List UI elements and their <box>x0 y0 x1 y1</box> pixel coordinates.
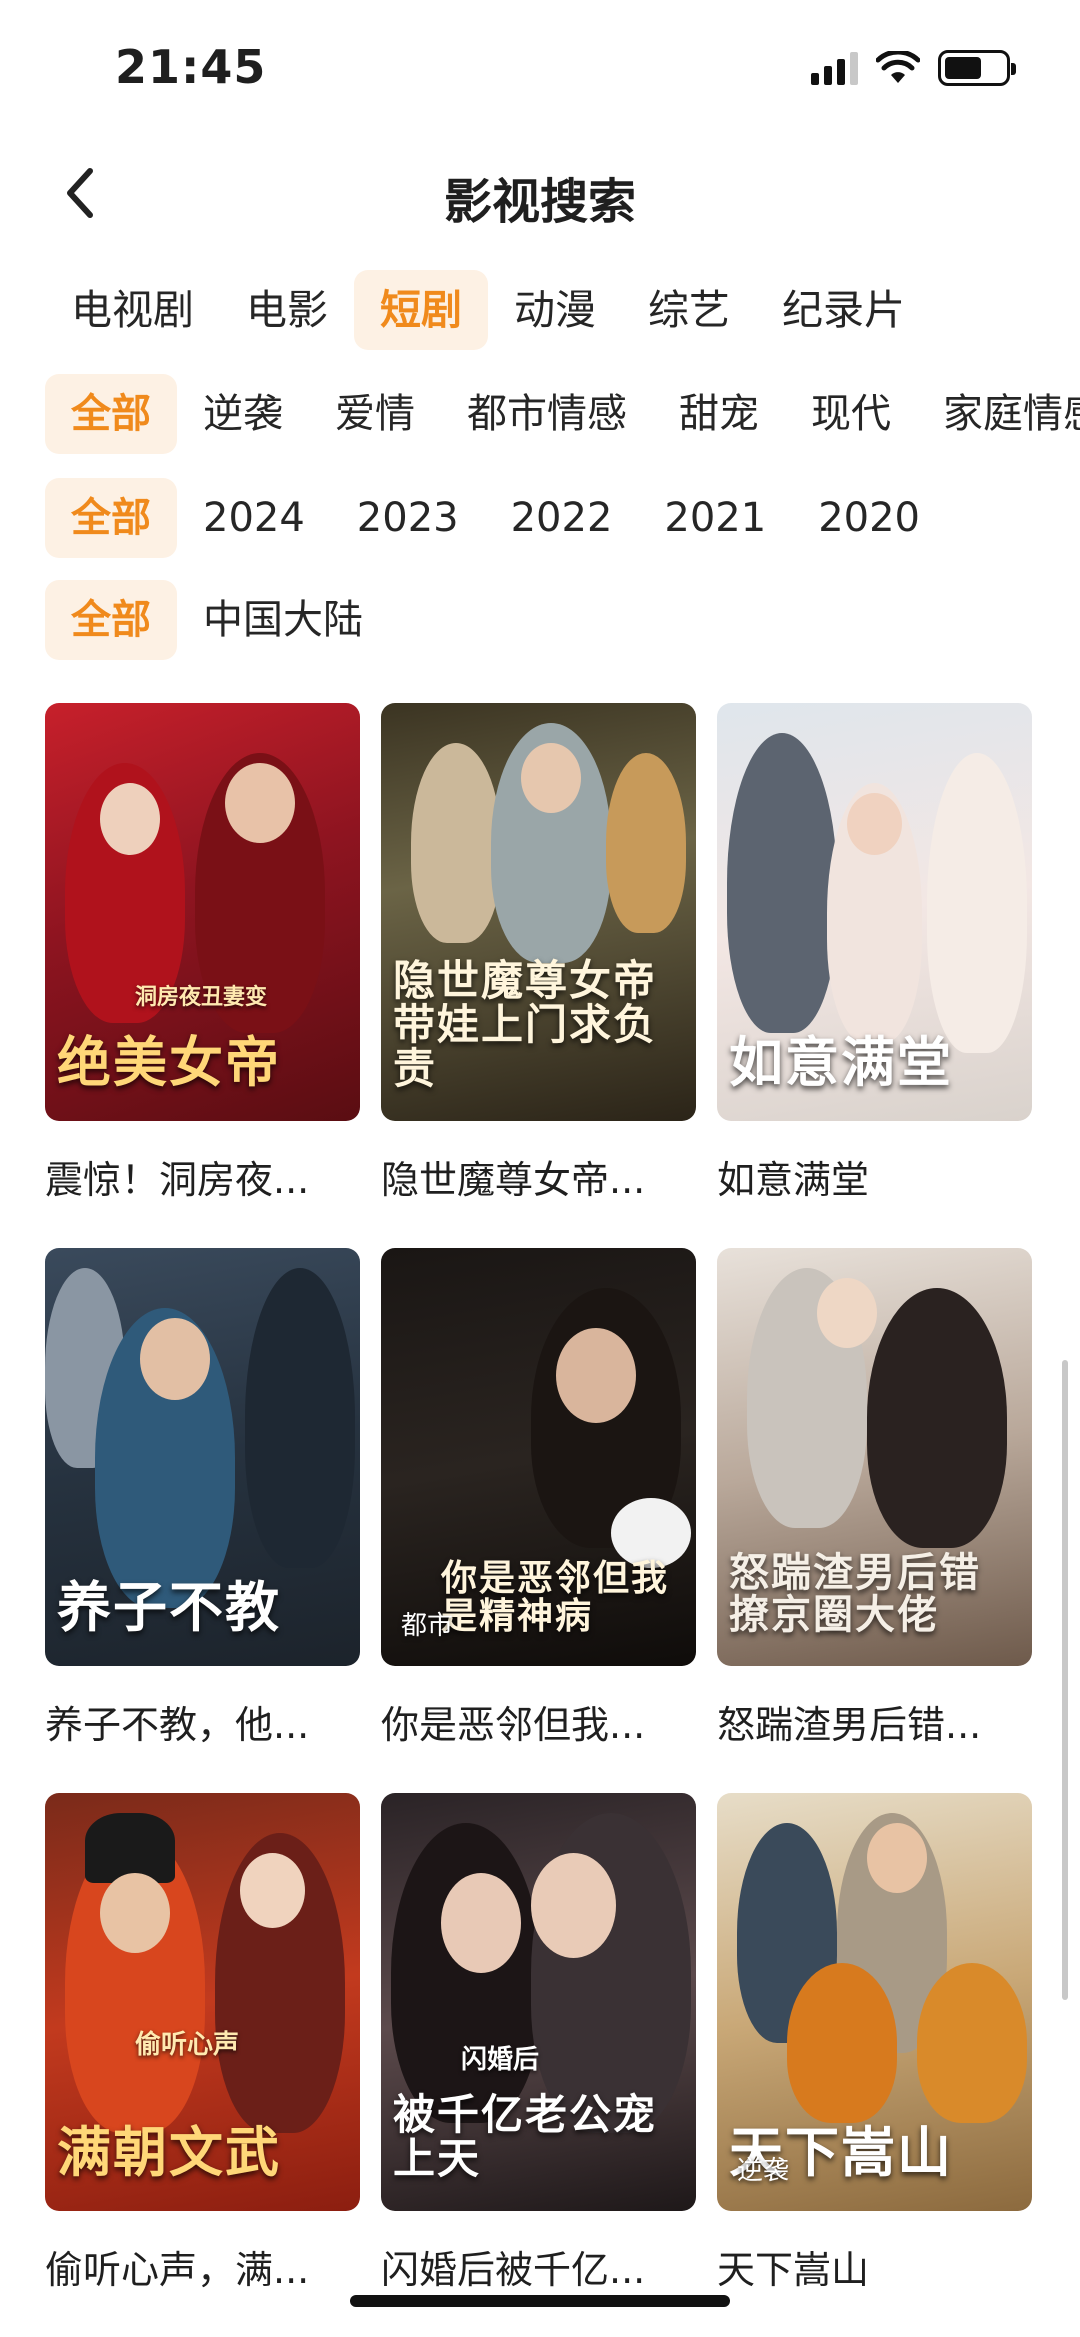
status-icons <box>811 50 1016 86</box>
poster-image[interactable]: 怒踹渣男后错撩京圈大佬 <box>717 1248 1032 1666</box>
poster-title: 你是恶邻但我是精神病 <box>441 1557 670 1638</box>
category-chip-tv[interactable]: 电视剧 <box>45 270 220 350</box>
genre-chip[interactable]: 现代 <box>785 374 917 454</box>
poster-image[interactable]: 隐世魔尊女帝带娃上门求负责 <box>381 703 696 1121</box>
category-chip-movie[interactable]: 电影 <box>220 270 354 350</box>
poster-subtitle: 偷听心声 <box>135 2030 240 2060</box>
card-title[interactable]: 怒踹渣男后错... <box>717 1694 1032 1749</box>
genre-filter-row: 全部 逆袭 爱情 都市情感 甜宠 现代 家庭情感 <box>45 374 1080 454</box>
card-title[interactable]: 如意满堂 <box>717 1149 1032 1204</box>
results-grid: 洞房夜丑妻变 绝美女帝 震惊！洞房夜... 隐世魔尊女帝带娃上门求负责 隐世魔尊… <box>45 703 1035 2337</box>
poster-image[interactable]: 洞房夜丑妻变 绝美女帝 <box>45 703 360 1121</box>
poster-title: 被千亿老公宠上天 <box>393 2089 658 2183</box>
result-card[interactable]: 怒踹渣男后错撩京圈大佬 怒踹渣男后错... <box>717 1248 1032 1793</box>
poster-subtitle: 闪婚后 <box>461 2045 540 2075</box>
genre-chip[interactable]: 都市情感 <box>441 374 653 454</box>
poster-title: 如意满堂 <box>729 1030 953 1095</box>
genre-chip-all[interactable]: 全部 <box>45 374 177 454</box>
poster-tag: 都市 <box>401 1611 454 1641</box>
poster-title: 隐世魔尊女帝带娃上门求负责 <box>393 955 658 1093</box>
card-title[interactable]: 养子不教，他... <box>45 1694 360 1749</box>
region-chip-all[interactable]: 全部 <box>45 580 177 660</box>
year-chip[interactable]: 2020 <box>792 478 946 558</box>
poster-image[interactable]: 你是恶邻但我是精神病 都市 <box>381 1248 696 1666</box>
genre-chip[interactable]: 甜宠 <box>653 374 785 454</box>
poster-image[interactable]: 如意满堂 <box>717 703 1032 1121</box>
card-title[interactable]: 偷听心声，满... <box>45 2239 360 2294</box>
region-chip[interactable]: 中国大陆 <box>177 580 389 660</box>
result-card[interactable]: 闪婚后 被千亿老公宠上天 闪婚后被千亿... <box>381 1793 696 2337</box>
page-title: 影视搜索 <box>443 174 636 230</box>
genre-chip[interactable]: 家庭情感 <box>917 374 1080 454</box>
result-card[interactable]: 你是恶邻但我是精神病 都市 你是恶邻但我... <box>381 1248 696 1793</box>
card-title[interactable]: 震惊！洞房夜... <box>45 1149 360 1204</box>
year-chip-all[interactable]: 全部 <box>45 478 177 558</box>
poster-title: 满朝文武 <box>57 2120 281 2185</box>
result-card[interactable]: 如意满堂 如意满堂 <box>717 703 1032 1248</box>
battery-icon <box>938 50 1016 86</box>
result-card[interactable]: 养子不教 养子不教，他... <box>45 1248 360 1793</box>
status-bar: 21:45 <box>0 0 1080 140</box>
category-chip-short-drama[interactable]: 短剧 <box>354 270 488 350</box>
scrollbar[interactable] <box>1062 1360 1068 2000</box>
poster-image[interactable]: 养子不教 <box>45 1248 360 1666</box>
year-chip[interactable]: 2024 <box>177 478 331 558</box>
genre-chip[interactable]: 逆袭 <box>177 374 309 454</box>
poster-image[interactable]: 天下嵩山 逆袭 <box>717 1793 1032 2211</box>
category-chip-documentary[interactable]: 纪录片 <box>756 270 931 350</box>
poster-image[interactable]: 闪婚后 被千亿老公宠上天 <box>381 1793 696 2211</box>
poster-image[interactable]: 偷听心声 满朝文武 <box>45 1793 360 2211</box>
card-title[interactable]: 天下嵩山 <box>717 2239 1032 2294</box>
poster-tag: 逆袭 <box>737 2156 790 2186</box>
category-chip-anime[interactable]: 动漫 <box>488 270 622 350</box>
cellular-signal-icon <box>811 51 858 85</box>
card-title[interactable]: 你是恶邻但我... <box>381 1694 696 1749</box>
year-chip[interactable]: 2021 <box>638 478 792 558</box>
result-card[interactable]: 偷听心声 满朝文武 偷听心声，满... <box>45 1793 360 2337</box>
nav-bar: 影视搜索 <box>0 140 1080 250</box>
category-filter-row: 电视剧 电影 短剧 动漫 综艺 纪录片 <box>45 270 931 350</box>
card-title[interactable]: 闪婚后被千亿... <box>381 2239 696 2294</box>
home-indicator[interactable] <box>350 2295 730 2307</box>
poster-subtitle: 洞房夜丑妻变 <box>135 985 268 1010</box>
result-card[interactable]: 隐世魔尊女帝带娃上门求负责 隐世魔尊女帝... <box>381 703 696 1248</box>
card-title[interactable]: 隐世魔尊女帝... <box>381 1149 696 1204</box>
screen: 21:45 影视搜索 电视剧 电影 短剧 动漫 综艺 纪录片 全部 逆袭 爱情 … <box>0 0 1080 2337</box>
year-chip[interactable]: 2022 <box>485 478 639 558</box>
year-filter-row: 全部 2024 2023 2022 2021 2020 <box>45 478 946 558</box>
poster-title: 养子不教 <box>57 1575 281 1640</box>
genre-chip[interactable]: 爱情 <box>309 374 441 454</box>
poster-title: 怒踹渣男后错撩京圈大佬 <box>729 1549 981 1638</box>
category-chip-variety[interactable]: 综艺 <box>622 270 756 350</box>
result-card[interactable]: 洞房夜丑妻变 绝美女帝 震惊！洞房夜... <box>45 703 360 1248</box>
status-time: 21:45 <box>115 40 267 94</box>
region-filter-row: 全部 中国大陆 <box>45 580 389 660</box>
result-card[interactable]: 天下嵩山 逆袭 天下嵩山 <box>717 1793 1032 2337</box>
wifi-icon <box>876 51 920 83</box>
poster-title: 绝美女帝 <box>57 1030 281 1095</box>
year-chip[interactable]: 2023 <box>331 478 485 558</box>
